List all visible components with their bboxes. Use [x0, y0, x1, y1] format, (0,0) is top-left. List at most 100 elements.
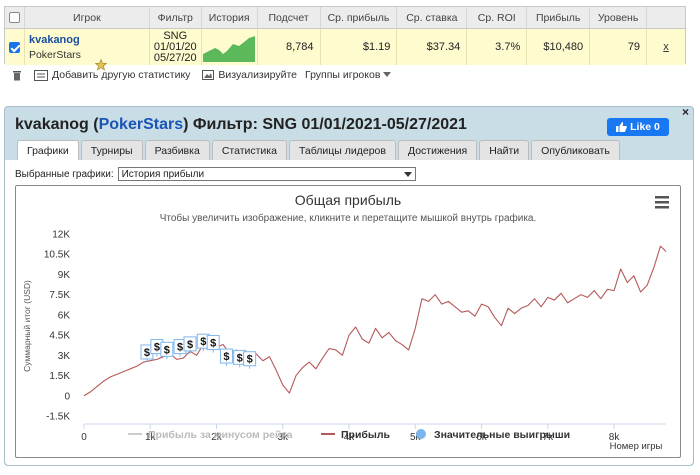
- x-tick-label: 0: [81, 432, 87, 443]
- delete-button[interactable]: [12, 70, 26, 81]
- avg-roi-value: 3.7%: [467, 29, 528, 65]
- big-wins-markers: $ $ $ $ $ $ $ $ $ $: [140, 333, 257, 369]
- big-win-marker[interactable]: $: [183, 336, 197, 354]
- visualize-label: Визуализируйте: [218, 69, 297, 81]
- dollar-icon: $: [187, 339, 193, 351]
- dollar-icon: $: [223, 351, 229, 363]
- chart-selector-row: Выбранные графики: История прибыли: [15, 167, 416, 181]
- legend-item[interactable]: Значительные выигрыши: [416, 429, 570, 441]
- y-tick-label: 12K: [52, 230, 70, 241]
- y-tick-label: 3K: [58, 351, 71, 362]
- header-remove: [647, 7, 685, 28]
- chart-container[interactable]: Общая прибыль Чтобы увеличить изображени…: [15, 185, 681, 458]
- player-panel: kvakanog (PokerStars) Фильтр: SNG 01/01/…: [4, 105, 694, 466]
- chart-subtitle: Чтобы увеличить изображение, кликните и …: [160, 212, 537, 224]
- series-group: [83, 245, 667, 397]
- table-toolbar: Добавить другую статистику Визуализируйт…: [4, 64, 686, 86]
- hamburger-menu-icon[interactable]: [655, 196, 669, 209]
- profit-series-line: [83, 245, 667, 397]
- dollar-icon: $: [237, 352, 243, 364]
- header-avg-stake[interactable]: Ср. ставка: [397, 7, 468, 28]
- count-value: 8,784: [258, 29, 321, 65]
- header-level[interactable]: Уровень: [590, 7, 648, 28]
- legend-item[interactable]: Прибыль за минусом рейка: [128, 429, 293, 441]
- y-tick-label: 9K: [58, 270, 71, 281]
- tab-find[interactable]: Найти: [479, 140, 530, 160]
- select-all-checkbox[interactable]: [8, 12, 20, 23]
- dollar-icon: $: [247, 354, 253, 366]
- avg-profit-value: $1.19: [321, 29, 398, 65]
- panel-title-filter: Фильтр: SNG 01/01/2021-05/27/2021: [192, 116, 467, 133]
- dollar-icon: $: [154, 342, 160, 354]
- remove-row-button[interactable]: x: [647, 29, 685, 65]
- dollar-icon: $: [144, 347, 150, 359]
- panel-title-site[interactable]: PokerStars: [99, 116, 184, 133]
- table-header: Игрок Фильтр История Подсчет Ср. прибыль…: [5, 7, 685, 29]
- header-history[interactable]: История: [202, 7, 258, 28]
- facebook-like-button[interactable]: Like 0: [607, 118, 669, 136]
- player-name-link[interactable]: kvakanog: [29, 34, 80, 46]
- y-tick-label: 0: [64, 391, 70, 402]
- add-stats-icon: [34, 69, 48, 81]
- header-profit[interactable]: Прибыль: [527, 7, 591, 28]
- chart-selector-value: История прибыли: [121, 168, 205, 180]
- chart-selector[interactable]: История прибыли: [117, 167, 416, 181]
- add-stats-button[interactable]: Добавить другую статистику: [34, 69, 190, 81]
- header-player[interactable]: Игрок: [25, 7, 150, 28]
- legend-label: Значительные выигрыши: [434, 429, 570, 441]
- dollar-icon: $: [177, 342, 183, 354]
- panel-title-player: kvakanog: [15, 116, 89, 133]
- thumbs-up-icon: [616, 122, 627, 132]
- y-axis: -1.5K 0 1.5K 3K 4.5K 6K 7.5K 9K 10.5K 12K: [44, 230, 71, 423]
- big-win-marker[interactable]: $: [219, 348, 233, 367]
- legend-label: Прибыль: [341, 429, 391, 441]
- tab-publish[interactable]: Опубликовать: [531, 140, 620, 160]
- tab-breakdown[interactable]: Разбивка: [144, 140, 210, 160]
- chart-title: Общая прибыль: [295, 192, 401, 208]
- y-tick-label: 10.5K: [44, 250, 70, 261]
- y-tick-label: 1.5K: [49, 371, 70, 382]
- profit-value: $10,480: [527, 29, 591, 65]
- row-select-cell[interactable]: [5, 29, 25, 65]
- tab-statistics[interactable]: Статистика: [211, 140, 287, 160]
- tab-charts[interactable]: Графики: [17, 140, 79, 160]
- add-stats-label: Добавить другую статистику: [52, 69, 191, 81]
- tab-tournaments[interactable]: Турниры: [80, 140, 143, 160]
- player-groups-label: Группы игроков: [304, 69, 381, 81]
- tab-achievements[interactable]: Достижения: [397, 140, 478, 160]
- big-win-marker[interactable]: $: [206, 335, 220, 353]
- trash-icon: [13, 70, 21, 80]
- avg-stake-value: $37.34: [397, 29, 468, 65]
- header-filter[interactable]: Фильтр: [150, 7, 202, 28]
- filter-start: 01/01/20: [153, 40, 197, 53]
- header-avg-profit[interactable]: Ср. прибыль: [321, 7, 398, 28]
- panel-tabs: Графики Турниры Разбивка Статистика Табл…: [17, 140, 622, 160]
- legend-label: Прибыль за минусом рейка: [148, 429, 293, 441]
- filter-end: 05/27/20: [153, 51, 197, 64]
- panel-title: kvakanog (PokerStars) Фильтр: SNG 01/01/…: [15, 116, 467, 133]
- select-all-cell[interactable]: [5, 7, 25, 28]
- filter-cell: SNG 01/01/20 05/27/20: [150, 29, 202, 65]
- stats-table: Игрок Фильтр История Подсчет Ср. прибыль…: [4, 6, 686, 71]
- header-avg-roi[interactable]: Ср. ROI: [467, 7, 528, 28]
- player-site: PokerStars: [28, 48, 81, 61]
- dollar-icon: $: [200, 336, 206, 348]
- player-groups-dropdown[interactable]: Группы игроков: [305, 69, 395, 81]
- y-tick-label: -1.5K: [46, 412, 70, 423]
- tab-leaderboards[interactable]: Таблицы лидеров: [288, 140, 396, 160]
- legend-item[interactable]: Прибыль: [321, 429, 391, 441]
- row-checkbox[interactable]: [8, 41, 20, 53]
- filter-type: SNG: [163, 29, 188, 42]
- level-value: 79: [590, 29, 648, 65]
- profit-chart[interactable]: Общая прибыль Чтобы увеличить изображени…: [16, 186, 680, 457]
- y-axis-label: Суммарный итог (USD): [22, 280, 32, 372]
- tab-content: Выбранные графики: История прибыли Общая…: [5, 160, 693, 465]
- history-sparkline-cell[interactable]: [202, 29, 258, 65]
- big-win-marker[interactable]: $: [243, 351, 257, 369]
- history-sparkline[interactable]: [203, 32, 256, 62]
- header-count[interactable]: Подсчет: [258, 7, 321, 28]
- dollar-icon: $: [164, 344, 170, 356]
- close-panel-button[interactable]: ×: [682, 105, 689, 119]
- big-win-marker[interactable]: $: [160, 341, 174, 360]
- visualize-button[interactable]: Визуализируйте: [202, 69, 297, 81]
